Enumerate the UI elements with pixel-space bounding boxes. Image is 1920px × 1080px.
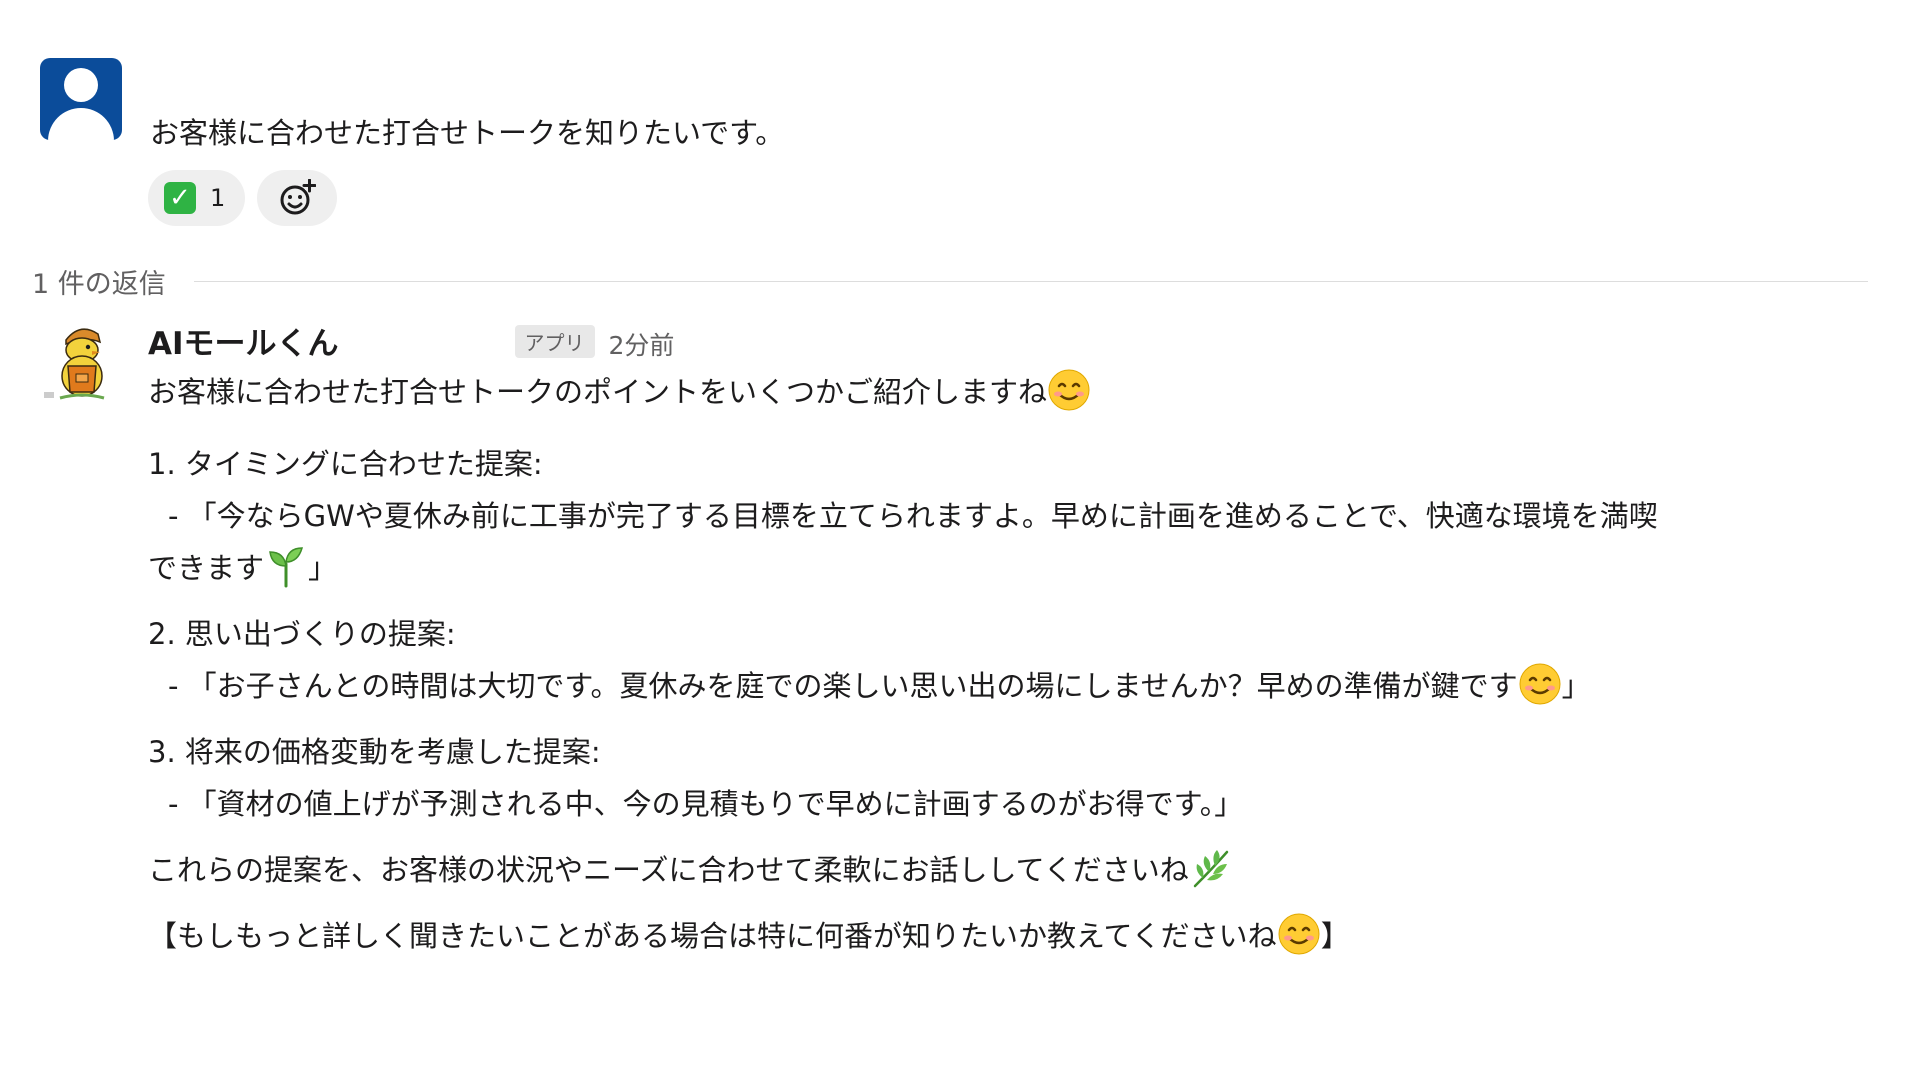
smile-emoji-icon: [1519, 663, 1561, 705]
seedling-emoji-icon: [269, 547, 304, 588]
reply-intro: お客様に合わせた打合せトークのポイントをいくつかご紹介しますね: [148, 366, 1920, 418]
list-item-2-title: 2. 思い出づくりの提案:: [148, 617, 456, 651]
reply-count-label: 1 件の返信: [32, 269, 166, 300]
avatar-head-shape: [64, 68, 98, 102]
reaction-bar: ✓ 1: [148, 170, 338, 226]
bot-avatar[interactable]: [40, 318, 126, 404]
list-item-1-line1: - 「今ならGWや夏休み前に工事が完了する目標を立てられますよ。早めに計画を進め…: [168, 499, 1658, 533]
avatar-body-shape: [48, 108, 114, 140]
replies-divider: 1 件の返信: [32, 262, 1872, 301]
list-item-1-line2-text: できます: [148, 551, 265, 585]
followup-text: 【もしもっと詳しく聞きたいことがある場合は特に何番が知りたいか教えてくださいね: [148, 919, 1277, 953]
intro-text: お客様に合わせた打合せトークのポイントをいくつかご紹介しますね: [148, 375, 1048, 409]
smile-emoji-icon: [1048, 369, 1090, 411]
list-item-3-title: 3. 将来の価格変動を考慮した提案:: [148, 735, 601, 769]
followup-end: 】: [1320, 919, 1350, 953]
list-item-1-title: 1. タイミングに合わせた提案:: [148, 447, 543, 481]
add-emoji-icon: [280, 179, 317, 215]
add-reaction-button[interactable]: [257, 170, 338, 226]
divider-line: [193, 281, 1868, 282]
timestamp[interactable]: 2分前: [609, 326, 675, 362]
closing-paragraph: これらの提案を、お客様の状況やニーズに合わせて柔軟にお話ししてくださいね: [148, 844, 1920, 896]
reply-body: お客様に合わせた打合せトークのポイントをいくつかご紹介しますね 1. タイミング…: [148, 366, 1920, 962]
herb-emoji-icon: [1193, 850, 1229, 888]
smile-emoji-icon: [1278, 913, 1320, 955]
user-avatar[interactable]: [40, 58, 122, 140]
list-item-1-line2: できます 」: [148, 542, 1920, 594]
list-item-2-line1: - 「お子さんとの時間は大切です。夏休みを庭での楽しい思い出の場にしませんか？早…: [148, 660, 1920, 712]
reaction-check[interactable]: ✓ 1: [148, 170, 246, 226]
list-item-2-line1-end: 」: [1561, 669, 1591, 703]
closing-text: これらの提案を、お客様の状況やニーズに合わせて柔軟にお話ししてくださいね: [148, 853, 1189, 887]
white-check-mark-icon: ✓: [164, 182, 196, 214]
reply-header: AIモールくん アプリ 2分前: [148, 318, 674, 363]
app-badge: アプリ: [514, 325, 595, 358]
author-name[interactable]: AIモールくん: [148, 318, 339, 363]
list-item-3-line1: - 「資材の値上げが予測される中、今の見積もりで早めに計画するのがお得です。」: [168, 787, 1244, 821]
parent-message-text: お客様に合わせた打合せトークを知りたいです。: [150, 116, 785, 150]
reaction-count: 1: [210, 184, 226, 212]
list-item-2-line1-text: - 「お子さんとの時間は大切です。夏休みを庭での楽しい思い出の場にしませんか？早…: [168, 669, 1518, 703]
thread-view: お客様に合わせた打合せトークを知りたいです。 ✓ 1 1 件の返信 AIモールく…: [0, 0, 1920, 1080]
followup-paragraph: 【もしもっと詳しく聞きたいことがある場合は特に何番が知りたいか教えてくださいね …: [148, 910, 1920, 962]
list-item-1-line2-end: 」: [308, 551, 338, 585]
